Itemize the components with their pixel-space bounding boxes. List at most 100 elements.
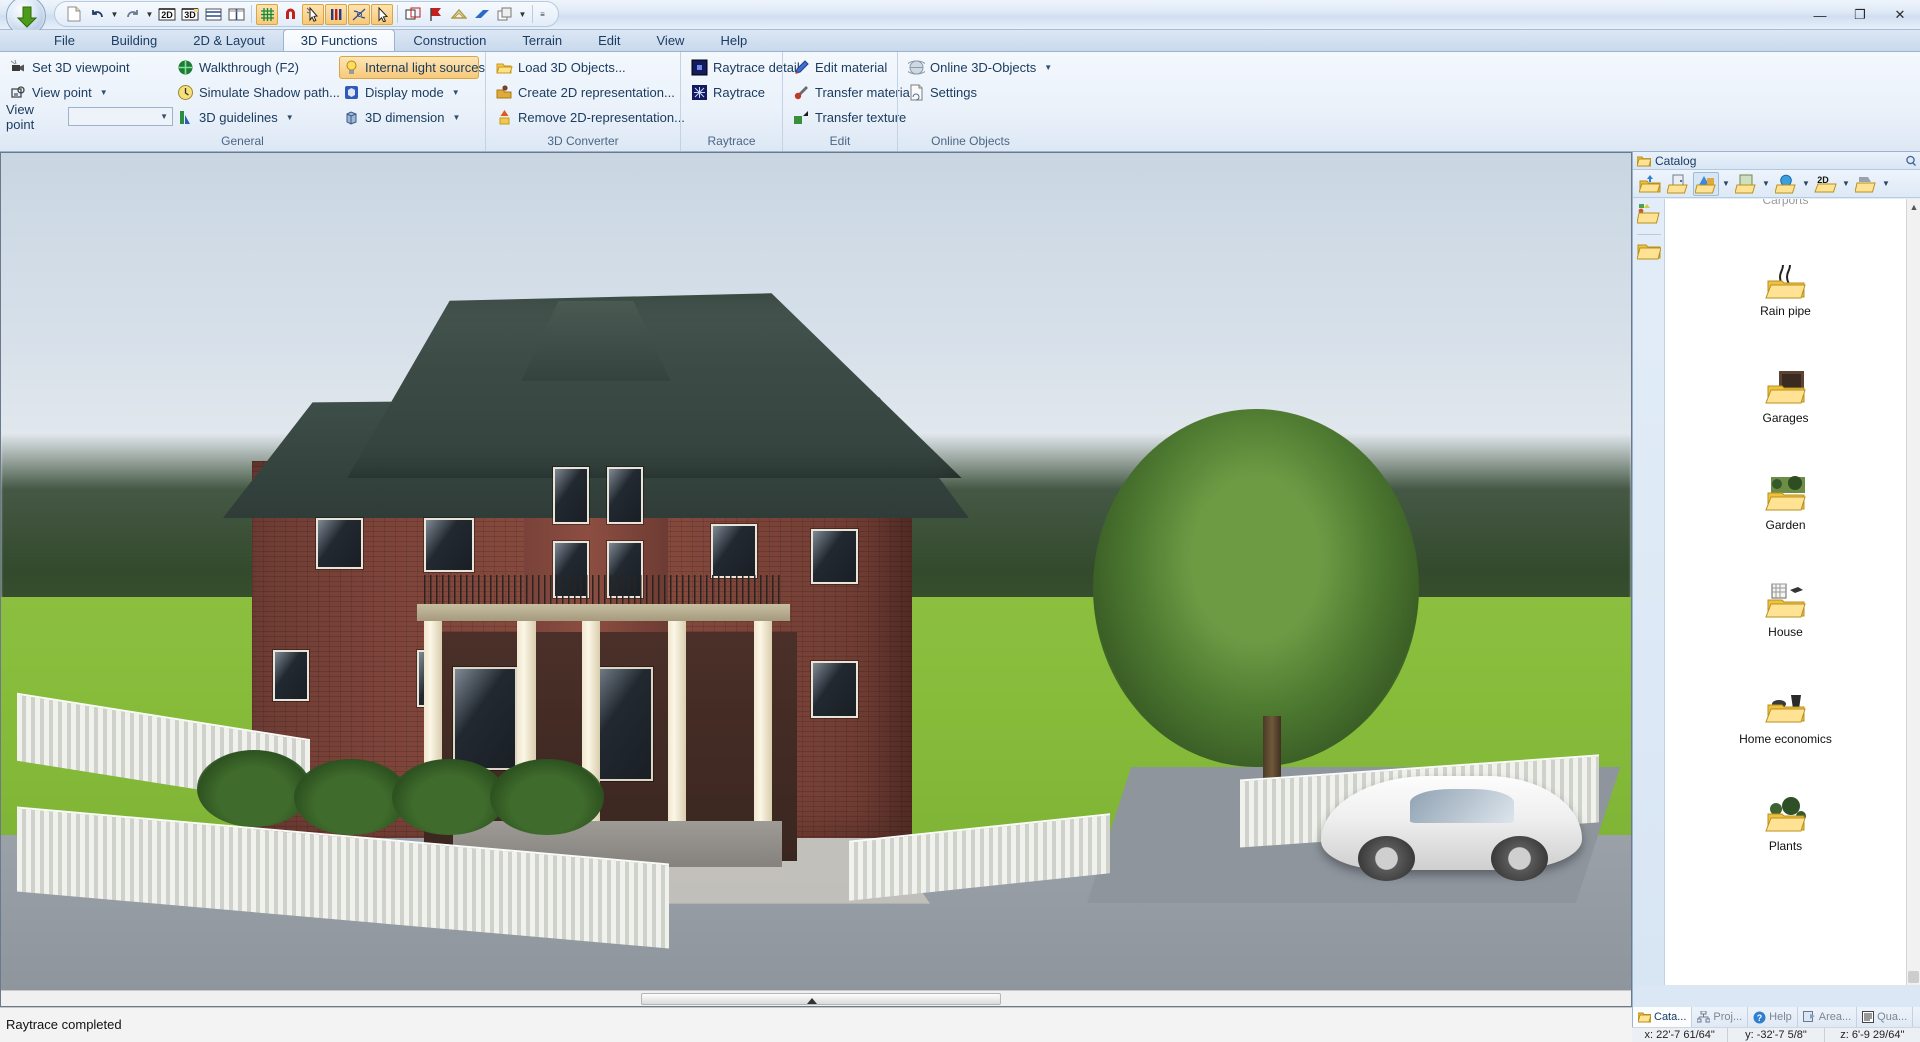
chevron-down-icon-online[interactable]: ▼: [1044, 63, 1052, 72]
internal-light-sources-toggle[interactable]: Internal light sources: [339, 56, 485, 79]
ribbon-group-general: Set 3D viewpoint View point ▼ View point: [0, 52, 485, 151]
tab-catalog[interactable]: Cata...: [1633, 1007, 1693, 1027]
catalog-up-folder-icon[interactable]: [1637, 172, 1663, 196]
tab-help[interactable]: ? Help: [1748, 1007, 1798, 1027]
tab-construction[interactable]: Construction: [395, 29, 504, 51]
tab-help[interactable]: Help: [702, 29, 765, 51]
quantity-tab-icon: [1862, 1011, 1875, 1023]
list-item[interactable]: Home economics: [1665, 639, 1906, 746]
settings-label: Settings: [930, 85, 977, 100]
tab-project[interactable]: Proj...: [1692, 1007, 1749, 1027]
object-copy-icon[interactable]: [402, 4, 424, 25]
group-label-general: General: [221, 134, 264, 148]
list-item[interactable]: House: [1665, 532, 1906, 639]
list-item[interactable]: Rain pipe: [1665, 211, 1906, 318]
arrow-select-icon[interactable]: [371, 3, 393, 25]
list-item[interactable]: Garages: [1665, 318, 1906, 425]
catalog-favorites-icon[interactable]: [1635, 241, 1662, 264]
overflow-icon[interactable]: ≡: [537, 4, 548, 25]
simulate-shadow-path-button[interactable]: Simulate Shadow path...: [173, 81, 340, 104]
flag-icon[interactable]: [425, 4, 447, 25]
group-label-online-objects: Online Objects: [931, 134, 1010, 148]
remove-2d-representation-button[interactable]: Remove 2D-representation...: [492, 106, 692, 129]
catalog-3d-objects-caret-icon[interactable]: ▼: [1721, 172, 1731, 196]
split-vertical-icon[interactable]: [225, 4, 247, 25]
restore-panel-icon[interactable]: [1905, 155, 1916, 166]
catalog-textures-caret-icon[interactable]: ▼: [1761, 172, 1771, 196]
tab-terrain[interactable]: Terrain: [504, 29, 580, 51]
catalog-misc-caret-icon[interactable]: ▼: [1881, 172, 1891, 196]
catalog-doors-icon[interactable]: [1665, 172, 1691, 196]
tab-2d-and-layout[interactable]: 2D & Layout: [175, 29, 283, 51]
help-tab-icon: ?: [1753, 1011, 1766, 1023]
catalog-item-list[interactable]: Carports Rain pipe Garages Garden House …: [1665, 199, 1906, 985]
catalog-scrollbar[interactable]: ▲: [1906, 199, 1920, 985]
chevron-down-icon-3d-dimension[interactable]: ▼: [453, 113, 461, 122]
layers-icon[interactable]: [494, 4, 516, 25]
catalog-2d-icon[interactable]: 2D: [1813, 172, 1839, 196]
edit-material-icon: [795, 60, 809, 74]
catalog-side-rail: [1633, 199, 1665, 985]
set-3d-viewpoint-label: Set 3D viewpoint: [32, 60, 130, 75]
split-horizontal-icon[interactable]: [202, 4, 224, 25]
3d-guidelines-button[interactable]: 3D guidelines ▼: [173, 106, 339, 129]
tab-view[interactable]: View: [639, 29, 703, 51]
chevron-down-icon-display-mode[interactable]: ▼: [452, 88, 460, 97]
list-item[interactable]: Garden: [1665, 425, 1906, 532]
catalog-textures-icon[interactable]: [1733, 172, 1759, 196]
garages-folder-icon: [1764, 371, 1806, 404]
slab-icon[interactable]: [471, 4, 493, 25]
catalog-tree-icon[interactable]: [1635, 203, 1661, 228]
catalog-misc-icon[interactable]: [1853, 172, 1879, 196]
ribbon-group-edit: Edit material Transfer material Transfer…: [782, 52, 913, 151]
set-3d-viewpoint-button[interactable]: Set 3D viewpoint: [6, 56, 173, 79]
list-item[interactable]: Plants: [1665, 746, 1906, 853]
tab-3d-functions[interactable]: 3D Functions: [282, 29, 396, 51]
undo-icon[interactable]: [86, 4, 108, 25]
redo-icon[interactable]: [121, 4, 143, 25]
dimension-icon[interactable]: [348, 3, 370, 25]
catalog-scroll-thumb[interactable]: [1908, 971, 1919, 983]
view-point-combo[interactable]: ▼: [68, 107, 173, 126]
layers-caret-icon[interactable]: ▼: [517, 4, 528, 25]
scrollbar-thumb[interactable]: [641, 993, 1001, 1005]
load-3d-objects-button[interactable]: Load 3D Objects...: [492, 56, 692, 79]
tab-area[interactable]: Area...: [1798, 1007, 1858, 1027]
tab-building[interactable]: Building: [93, 29, 175, 51]
magnet-snap-icon[interactable]: [279, 4, 301, 25]
3d-dimension-button[interactable]: 3D dimension ▼: [339, 106, 479, 129]
minimize-button[interactable]: —: [1800, 4, 1840, 26]
display-mode-button[interactable]: Display mode ▼: [339, 81, 479, 104]
catalog-2d-caret-icon[interactable]: ▼: [1841, 172, 1851, 196]
settings-button[interactable]: Settings: [904, 81, 1059, 104]
undo-caret-icon[interactable]: ▼: [109, 4, 120, 25]
select-pointer-icon[interactable]: [302, 3, 324, 25]
tab-quantity[interactable]: Qua...: [1857, 1007, 1914, 1027]
catalog-materials-caret-icon[interactable]: ▼: [1801, 172, 1811, 196]
tab-file[interactable]: File: [36, 29, 93, 51]
tab-edit[interactable]: Edit: [580, 29, 638, 51]
walkthrough-button[interactable]: Walkthrough (F2): [173, 56, 339, 79]
catalog-materials-icon[interactable]: [1773, 172, 1799, 196]
online-3d-objects-button[interactable]: Online 3D-Objects ▼: [904, 56, 1059, 79]
grid-icon[interactable]: [256, 3, 278, 25]
maximize-button[interactable]: ❐: [1840, 4, 1880, 26]
walls-icon[interactable]: [325, 3, 347, 25]
view-3d-icon[interactable]: 3D: [179, 4, 201, 25]
3d-viewport[interactable]: [0, 152, 1632, 1007]
porch-column-4: [667, 620, 687, 827]
chevron-down-icon-guidelines[interactable]: ▼: [286, 113, 294, 122]
create-2d-representation-button[interactable]: Create 2D representation...: [492, 81, 692, 104]
list-item-partial[interactable]: Carports: [1665, 199, 1906, 211]
chevron-down-icon[interactable]: ▼: [100, 88, 108, 97]
qat-separator-2: [397, 5, 398, 23]
car-model[interactable]: [1321, 775, 1583, 881]
catalog-3d-objects-icon[interactable]: [1693, 171, 1719, 196]
close-button[interactable]: ✕: [1880, 4, 1920, 26]
view-2d-icon[interactable]: 2D: [156, 4, 178, 25]
window-controls-outer: — ❐ ✕: [1800, 4, 1920, 26]
roof-icon[interactable]: [448, 4, 470, 25]
redo-caret-icon[interactable]: ▼: [144, 4, 155, 25]
scroll-up-icon[interactable]: ▲: [1907, 199, 1920, 214]
new-document-icon[interactable]: [63, 4, 85, 25]
